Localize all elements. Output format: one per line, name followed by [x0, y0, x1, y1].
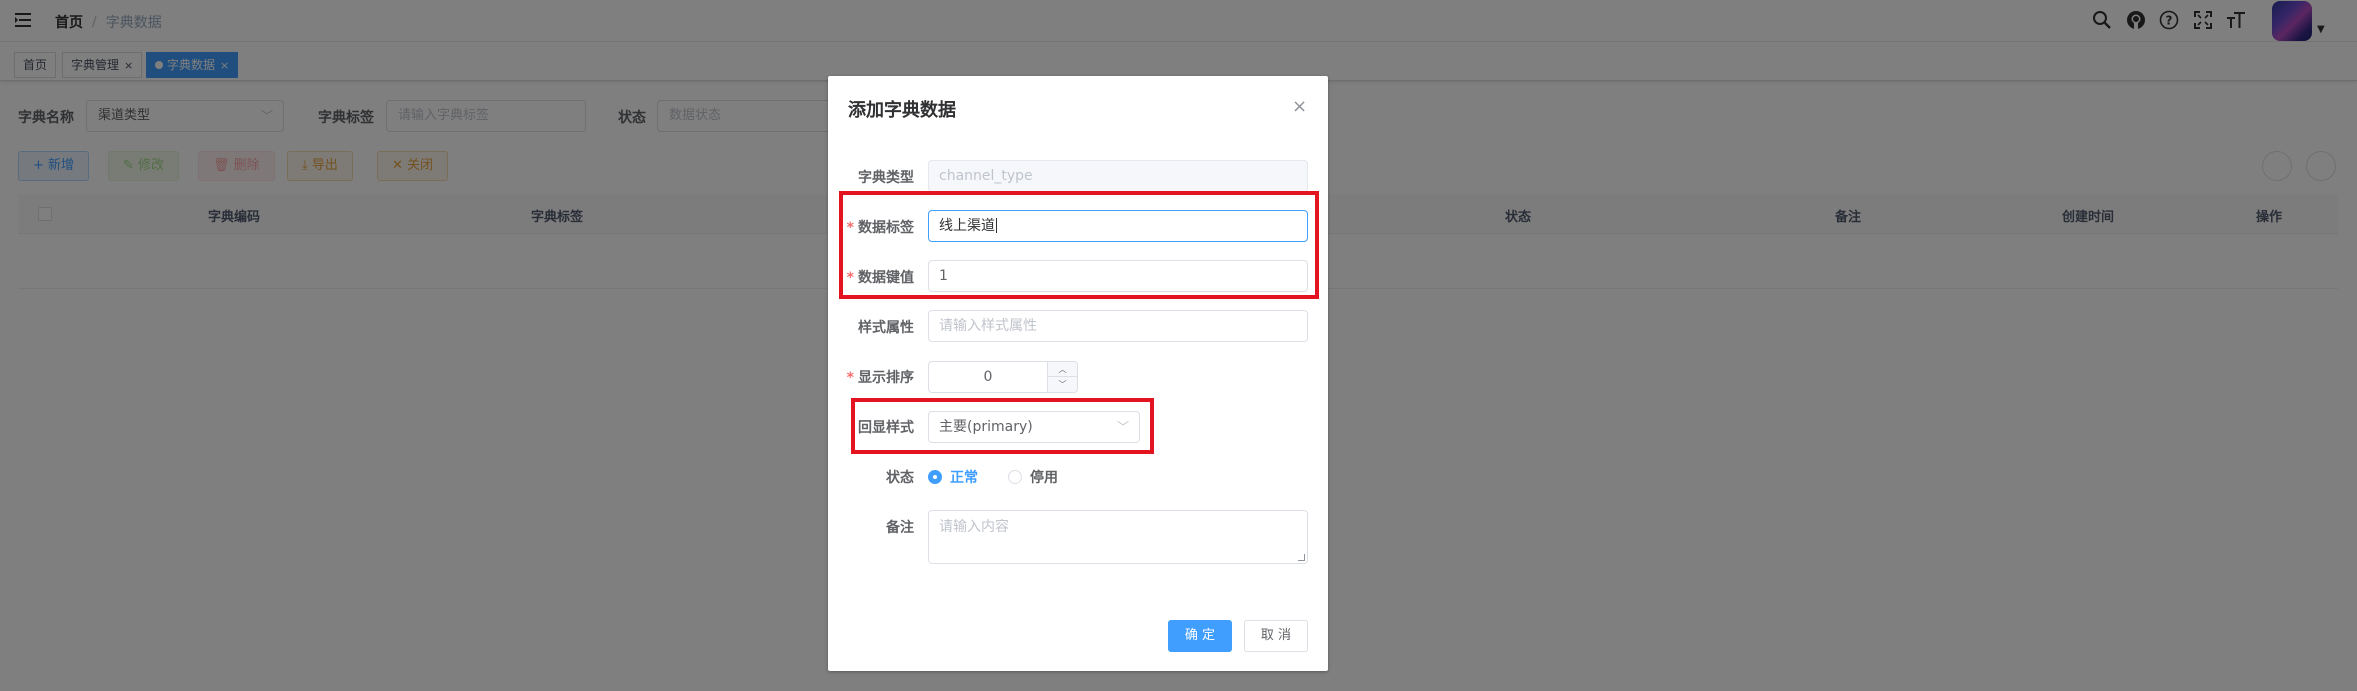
remark-placeholder: 请输入内容 [939, 519, 1009, 535]
add-dict-data-dialog: 添加字典数据 × 字典类型 channel_type * 数据标签 线上渠道 * 数… [828, 76, 1328, 671]
remark-label: 备注 [886, 520, 914, 536]
status-label: 状态 [886, 470, 914, 486]
radio-label: 正常 [950, 470, 978, 486]
status-radio-normal[interactable]: 正常 [928, 467, 978, 487]
radio-ring [928, 470, 942, 484]
sort-label: * 显示排序 [828, 367, 914, 387]
remark-textarea[interactable]: 请输入内容 [928, 510, 1308, 564]
confirm-button[interactable]: 确 定 [1168, 620, 1232, 652]
dict-type-field: channel_type [928, 160, 1308, 192]
radio-label: 停用 [1030, 470, 1058, 486]
css-class-label: 样式属性 [858, 320, 914, 336]
sort-stepper[interactable]: 0 ︿ ﹀ [928, 361, 1078, 393]
chevron-up-icon[interactable]: ︿ [1047, 362, 1077, 377]
annotation-box [839, 191, 1319, 299]
required-mark: * [846, 370, 854, 386]
sort-value[interactable]: 0 [929, 362, 1047, 392]
close-icon[interactable]: × [1292, 96, 1307, 117]
dict-type-label: 字典类型 [858, 170, 914, 186]
chevron-down-icon[interactable]: ﹀ [1047, 377, 1077, 392]
cancel-button[interactable]: 取 消 [1244, 620, 1308, 652]
radio-ring [1008, 470, 1022, 484]
css-class-input[interactable]: 请输入样式属性 [928, 310, 1308, 342]
resize-handle[interactable] [1298, 554, 1305, 561]
annotation-box [851, 398, 1154, 454]
status-radio-disabled[interactable]: 停用 [1008, 467, 1058, 487]
label-text: 显示排序 [858, 370, 914, 386]
dialog-title: 添加字典数据 [848, 100, 956, 121]
